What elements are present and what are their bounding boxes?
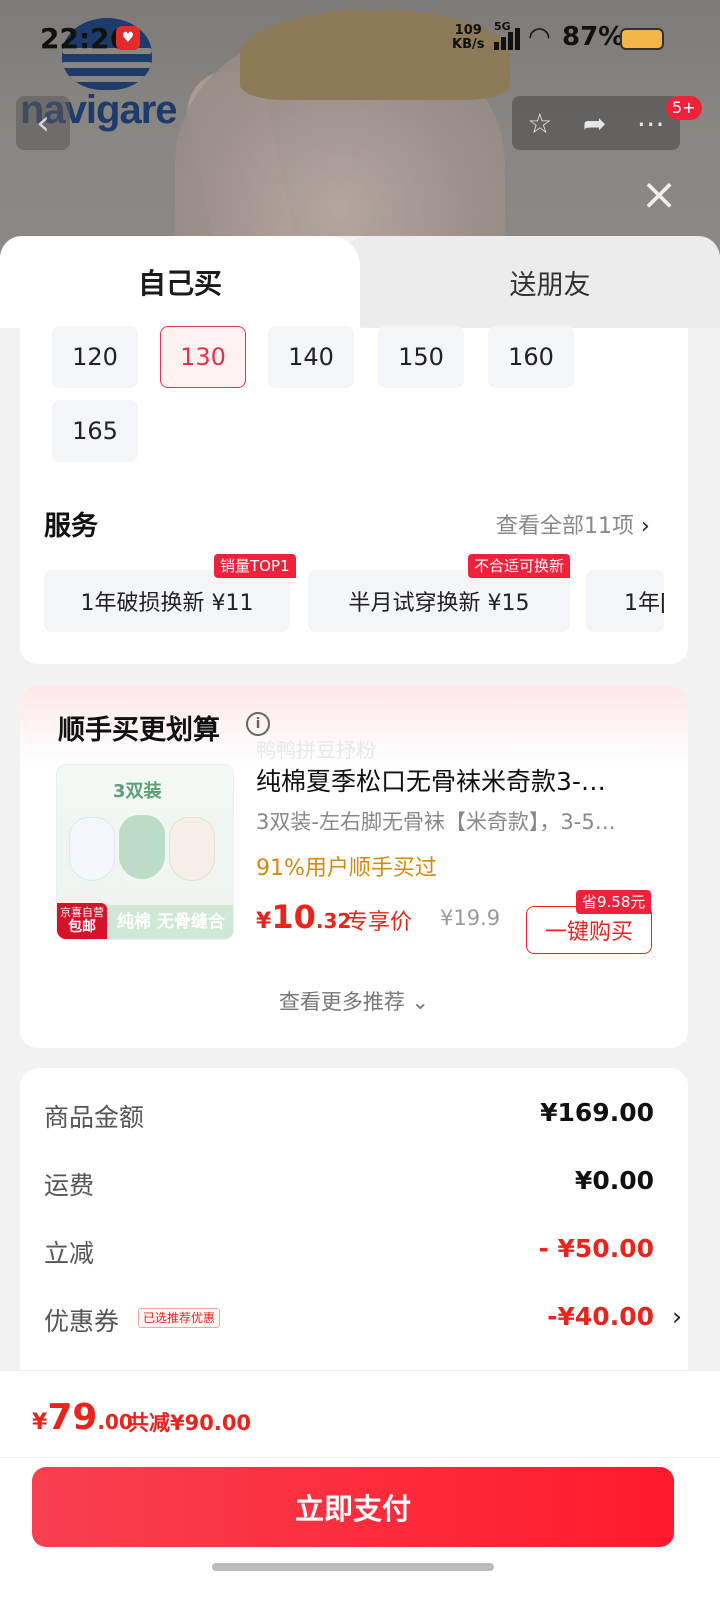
purchase-tabs: 送朋友 自己买 <box>0 236 720 328</box>
pay-now-button[interactable]: 立即支付 <box>32 1467 674 1547</box>
services-see-all[interactable]: 查看全部11项 › <box>496 508 650 540</box>
total-saved: 共减¥90.00 <box>128 1411 252 1435</box>
total-price: ¥79.00 <box>32 1397 133 1438</box>
summary-row-coupon[interactable]: 优惠券 已选推荐优惠 -¥40.00 › <box>44 1302 682 1342</box>
coupon-selected-tag: 已选推荐优惠 <box>138 1308 221 1328</box>
original-price: ¥19.9 <box>440 906 501 930</box>
star-icon[interactable]: ☆ <box>527 107 552 140</box>
order-summary-card: 商品金额 ¥169.00 运费 ¥0.00 立减 - ¥50.00 优惠券 已选… <box>20 1068 688 1388</box>
chevron-down-icon: ⌄ <box>411 990 430 1014</box>
size-chip-140[interactable]: 140 <box>268 326 354 388</box>
service-tag-top1: 销量TOP1 <box>214 554 296 578</box>
summary-row-shipping: 运费 ¥0.00 <box>44 1166 654 1200</box>
services-title: 服务 <box>44 511 98 542</box>
size-chip-130[interactable]: 130 <box>160 326 246 388</box>
home-indicator[interactable] <box>212 1563 494 1571</box>
footer-divider <box>0 1457 720 1458</box>
battery-icon <box>620 28 664 50</box>
wifi-icon: ◠ <box>528 22 551 52</box>
size-chip-160[interactable]: 160 <box>488 326 574 388</box>
chevron-right-icon: › <box>641 514 650 539</box>
signal-icon: 5G <box>494 20 522 50</box>
battery-percent: 87% <box>562 22 625 52</box>
summary-row-discount: 立减 - ¥50.00 <box>44 1234 654 1268</box>
service-chip-trial[interactable]: 半月试穿换新 ¥15 <box>308 570 570 632</box>
status-bar: 22:26 ♥ 109 KB/s 5G ◠ 87% <box>0 0 720 76</box>
service-chip-damage[interactable]: 1年破损换新 ¥11 <box>44 570 290 632</box>
service-tag-exchange: 不合适可换新 <box>468 554 571 578</box>
recommend-price: ¥10.32 <box>256 898 352 936</box>
exclusive-price-label: 专享价 <box>346 910 413 935</box>
back-button[interactable]: ‹ <box>16 96 70 150</box>
size-chip-165[interactable]: 165 <box>52 400 138 462</box>
self-operated-badge: 京喜自营 包邮 <box>57 903 107 939</box>
app-notification-icon: ♥ <box>116 26 140 50</box>
size-chip-120[interactable]: 120 <box>52 326 138 388</box>
close-icon[interactable]: × <box>636 172 682 218</box>
size-chip-150[interactable]: 150 <box>378 326 464 388</box>
info-icon[interactable]: i <box>246 712 270 736</box>
net-speed: 109 KB/s <box>452 23 485 52</box>
summary-row-subtotal: 商品金额 ¥169.00 <box>44 1098 654 1132</box>
top-actions: ☆ ➦ ⋯ <box>512 96 680 150</box>
cart-badge: 5+ <box>666 96 702 120</box>
save-tag: 省9.58元 <box>576 890 652 914</box>
service-chip-partial[interactable]: 1年[ <box>586 570 664 632</box>
tab-gift[interactable]: 送朋友 <box>340 236 720 328</box>
recommend-product-name[interactable]: 纯棉夏季松口无骨袜米奇款3-… <box>256 762 656 798</box>
recommend-product-image[interactable]: 3双装 纯棉 无骨缝合 京喜自营 包邮 <box>56 764 234 940</box>
tab-self[interactable]: 自己买 <box>0 236 360 328</box>
options-card: 120 130 140 150 160 165 服务 查看全部11项 › 1年破… <box>20 326 688 664</box>
chevron-left-icon: ‹ <box>36 103 50 143</box>
recommend-buyers: 91%用户顺手买过 <box>256 856 437 881</box>
more-icon[interactable]: ⋯ <box>637 107 665 140</box>
share-icon[interactable]: ➦ <box>583 107 606 140</box>
recommend-product-desc: 3双装-左右脚无骨袜【米奇款】，3-5… <box>256 810 616 834</box>
recommend-watermark: 鸭鸭拼豆抒粉 <box>256 738 376 762</box>
recommend-card: 顺手买更划算 i 鸭鸭拼豆抒粉 3双装 纯棉 无骨缝合 京喜自营 包邮 纯棉夏季… <box>20 686 688 1048</box>
recommend-title: 顺手买更划算 <box>58 715 220 746</box>
more-recommend-link[interactable]: 查看更多推荐 ⌄ <box>20 986 688 1016</box>
chevron-right-icon: › <box>672 1302 682 1331</box>
checkout-footer: ¥79.00 共减¥90.00 立即支付 <box>0 1370 720 1600</box>
